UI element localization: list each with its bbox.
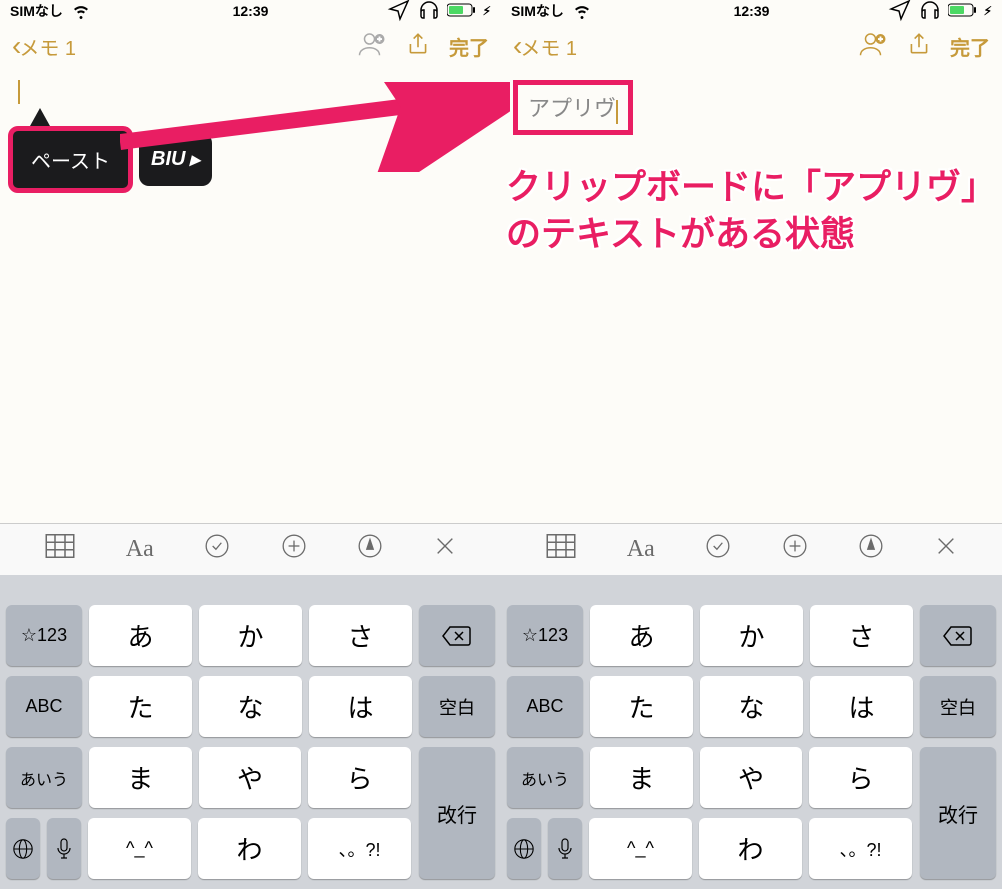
kb-ma[interactable]: ま xyxy=(89,747,192,808)
kb-ma[interactable]: ま xyxy=(590,747,693,808)
wifi-icon xyxy=(570,0,594,25)
kb-na[interactable]: な xyxy=(199,676,302,737)
kb-ha[interactable]: は xyxy=(309,676,412,737)
wifi-icon xyxy=(69,0,93,25)
headphones-icon xyxy=(918,0,942,25)
kb-return[interactable]: 改行 xyxy=(920,747,996,879)
kb-sa[interactable]: さ xyxy=(810,605,913,666)
back-label: メモ 1 xyxy=(19,32,76,61)
kb-mic[interactable] xyxy=(548,818,582,879)
battery-icon xyxy=(948,3,978,20)
keyboard: ☆123 あ か さ ABC た な は 空白 あいう ま や ら xyxy=(501,575,1002,889)
charging-icon: ⚡︎ xyxy=(483,4,491,18)
phone-right: SIMなし 12:39 ⚡︎ ‹ xyxy=(501,0,1002,889)
text-cursor xyxy=(18,80,20,104)
status-time: 12:39 xyxy=(233,3,269,19)
kb-wa[interactable]: わ xyxy=(699,818,802,879)
paste-menu: ペースト BIU ▸ xyxy=(8,126,212,193)
kb-ra[interactable]: ら xyxy=(809,747,912,808)
table-icon[interactable] xyxy=(546,533,576,566)
keyboard: ☆123 あ か さ ABC た な は 空白 あいう ま や ら xyxy=(0,575,501,889)
kb-mode-kana[interactable]: あいう xyxy=(6,747,82,808)
chevron-right-icon: ▸ xyxy=(189,147,199,172)
nav-bar: ‹ メモ 1 完了 xyxy=(0,22,501,70)
back-button[interactable]: ‹ メモ 1 xyxy=(513,30,577,62)
kb-ka[interactable]: か xyxy=(199,605,302,666)
table-icon[interactable] xyxy=(45,533,75,566)
kb-mode-kana[interactable]: あいう xyxy=(507,747,583,808)
paste-button[interactable]: ペースト xyxy=(8,126,133,193)
status-bar: SIMなし 12:39 ⚡︎ xyxy=(0,0,501,22)
format-toolbar: Aa xyxy=(501,523,1002,575)
kb-backspace[interactable] xyxy=(920,605,996,666)
add-icon[interactable] xyxy=(281,533,307,566)
kb-backspace[interactable] xyxy=(419,605,495,666)
kb-punct[interactable]: 、。?! xyxy=(308,818,411,879)
add-icon[interactable] xyxy=(782,533,808,566)
status-time: 12:39 xyxy=(734,3,770,19)
kb-mode-num[interactable]: ☆123 xyxy=(507,605,583,666)
status-bar: SIMなし 12:39 ⚡︎ xyxy=(501,0,1002,22)
note-area[interactable] xyxy=(501,70,1002,523)
kb-space[interactable]: 空白 xyxy=(419,676,495,737)
headphones-icon xyxy=(417,0,441,25)
kb-globe[interactable] xyxy=(507,818,541,879)
add-person-icon[interactable] xyxy=(357,29,387,64)
kb-space[interactable]: 空白 xyxy=(920,676,996,737)
text-cursor xyxy=(616,100,618,124)
markup-icon[interactable] xyxy=(858,533,884,566)
kb-kaomoji[interactable]: ^_^ xyxy=(589,818,692,879)
kb-mic[interactable] xyxy=(47,818,81,879)
kb-na[interactable]: な xyxy=(700,676,803,737)
carrier-label: SIMなし xyxy=(511,1,564,21)
kb-ra[interactable]: ら xyxy=(308,747,411,808)
close-keyboard-icon[interactable] xyxy=(434,535,456,564)
kb-mode-abc[interactable]: ABC xyxy=(6,676,82,737)
kb-ka[interactable]: か xyxy=(700,605,803,666)
add-person-icon[interactable] xyxy=(858,29,888,64)
checklist-icon[interactable] xyxy=(705,533,731,566)
nav-bar: ‹ メモ 1 完了 xyxy=(501,22,1002,70)
kb-punct[interactable]: 、。?! xyxy=(809,818,912,879)
text-style-icon[interactable]: Aa xyxy=(627,536,655,563)
kb-ya[interactable]: や xyxy=(700,747,803,808)
pasted-text-highlight: アプリヴ xyxy=(513,80,633,135)
format-toolbar: Aa xyxy=(0,523,501,575)
share-icon[interactable] xyxy=(405,31,431,62)
text-style-icon[interactable]: Aa xyxy=(126,536,154,563)
close-keyboard-icon[interactable] xyxy=(935,535,957,564)
kb-ya[interactable]: や xyxy=(199,747,302,808)
kb-ta[interactable]: た xyxy=(590,676,693,737)
format-label: BIU xyxy=(151,148,185,171)
kb-kaomoji[interactable]: ^_^ xyxy=(88,818,191,879)
kb-mode-abc[interactable]: ABC xyxy=(507,676,583,737)
location-icon xyxy=(888,0,912,25)
kb-ha[interactable]: は xyxy=(810,676,913,737)
carrier-label: SIMなし xyxy=(10,1,63,21)
back-label: メモ 1 xyxy=(520,32,577,61)
pasted-text: アプリヴ xyxy=(528,96,616,121)
kb-globe[interactable] xyxy=(6,818,40,879)
phone-left: SIMなし 12:39 ⚡︎ ‹ xyxy=(0,0,501,889)
kb-a[interactable]: あ xyxy=(89,605,192,666)
battery-icon xyxy=(447,3,477,20)
popover-arrow xyxy=(30,108,50,126)
kb-a[interactable]: あ xyxy=(590,605,693,666)
checklist-icon[interactable] xyxy=(204,533,230,566)
back-button[interactable]: ‹ メモ 1 xyxy=(12,30,76,62)
kb-mode-num[interactable]: ☆123 xyxy=(6,605,82,666)
kb-wa[interactable]: わ xyxy=(198,818,301,879)
markup-icon[interactable] xyxy=(357,533,383,566)
charging-icon: ⚡︎ xyxy=(984,4,992,18)
done-button[interactable]: 完了 xyxy=(449,32,489,61)
share-icon[interactable] xyxy=(906,31,932,62)
done-button[interactable]: 完了 xyxy=(950,32,990,61)
kb-return[interactable]: 改行 xyxy=(419,747,495,879)
format-button[interactable]: BIU ▸ xyxy=(139,133,212,186)
kb-sa[interactable]: さ xyxy=(309,605,412,666)
location-icon xyxy=(387,0,411,25)
kb-ta[interactable]: た xyxy=(89,676,192,737)
